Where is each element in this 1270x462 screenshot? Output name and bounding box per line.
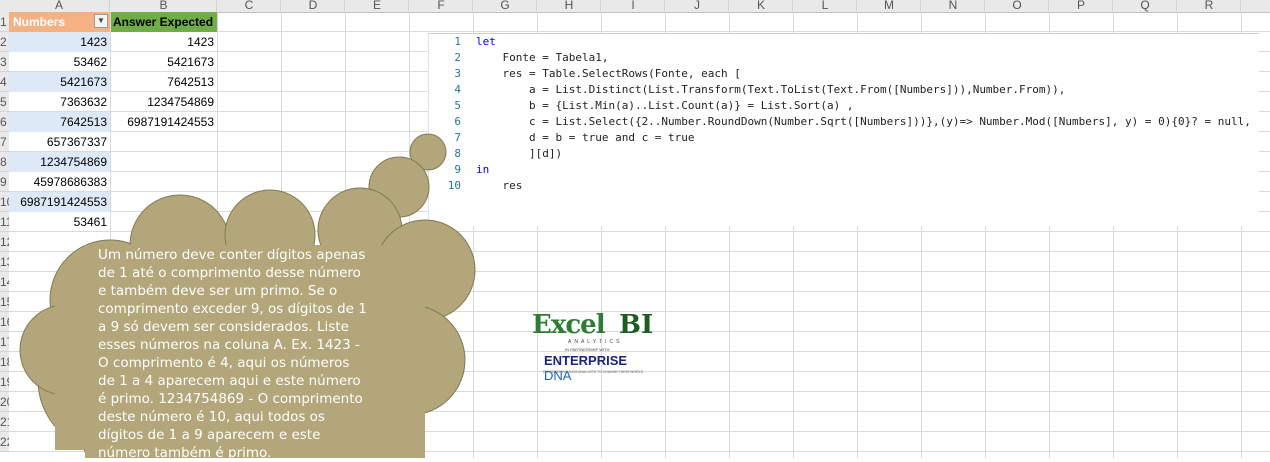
cell-a10[interactable]: 6987191424553 <box>9 192 110 212</box>
code-line: 4 a = List.Distinct(List.Transform(Text.… <box>429 82 1259 98</box>
cell-b6[interactable]: 6987191424553 <box>111 112 217 132</box>
logo-tagline: EMPOWERING DATA ANALYSTS TO CHANGE THEIR… <box>543 370 644 374</box>
row-header-9[interactable]: 9 <box>0 172 9 192</box>
column-header-p[interactable]: P <box>1050 0 1113 12</box>
column-header-a[interactable]: A <box>9 0 110 12</box>
column-header-c[interactable]: C <box>218 0 281 12</box>
row-header-14[interactable]: 14 <box>0 272 9 292</box>
code-text: c = List.Select({2..Number.RoundDown(Num… <box>476 115 1251 128</box>
filter-dropdown-icon[interactable]: ▼ <box>94 14 108 28</box>
code-line: 8 ][d]) <box>429 146 1259 162</box>
code-line: 3 res = Table.SelectRows(Fonte, each [ <box>429 66 1259 82</box>
code-line: 9 in <box>429 162 1259 178</box>
cell-a7[interactable]: 657367337 <box>9 132 110 152</box>
cell-a5[interactable]: 7363632 <box>9 92 110 112</box>
line-number: 7 <box>454 131 461 144</box>
line-number: 4 <box>454 83 461 96</box>
row-header-22[interactable]: 22 <box>0 432 9 452</box>
code-line: 5 b = {List.Min(a)..List.Count(a)} = Lis… <box>429 98 1259 114</box>
line-number: 2 <box>454 51 461 64</box>
logo-enterprise-text: ENTERPRISE DNA <box>544 353 655 383</box>
row-header-17[interactable]: 17 <box>0 332 9 352</box>
row-header-7[interactable]: 7 <box>0 132 9 152</box>
column-header-o[interactable]: O <box>986 0 1049 12</box>
cell-b3[interactable]: 5421673 <box>111 52 217 72</box>
cell-a2[interactable]: 1423 <box>9 32 110 52</box>
code-text: let <box>476 35 496 48</box>
code-text: in <box>476 163 490 176</box>
row-header-18[interactable]: 18 <box>0 352 9 372</box>
code-line: 2 Fonte = Tabela1, <box>429 50 1259 66</box>
logo-enterprise-word: ENTERPRISE <box>544 353 628 368</box>
code-text: b = {List.Min(a)..List.Count(a)} = List.… <box>476 99 854 112</box>
grid-hline <box>9 231 1270 232</box>
column-header-m[interactable]: M <box>858 0 921 12</box>
row-header-2[interactable]: 2 <box>0 32 9 52</box>
row-header-6[interactable]: 6 <box>0 112 9 132</box>
column-header-r[interactable]: R <box>1178 0 1241 12</box>
column-header-n[interactable]: N <box>922 0 985 12</box>
code-line: 1 let <box>429 34 1259 50</box>
row-header-11[interactable]: 11 <box>0 212 9 232</box>
line-number: 8 <box>454 147 461 160</box>
column-header-i[interactable]: I <box>602 0 665 12</box>
line-number: 10 <box>447 179 461 192</box>
column-header-f[interactable]: F <box>410 0 473 12</box>
row-header-20[interactable]: 20 <box>0 392 9 412</box>
code-text: res <box>476 179 523 192</box>
logo-partnership-text: IN PARTNERSHIP WITH <box>565 347 610 352</box>
code-line: 7 d = b = true and c = true <box>429 130 1259 146</box>
line-number: 1 <box>454 35 461 48</box>
column-header-h[interactable]: H <box>538 0 601 12</box>
row-header-15[interactable]: 15 <box>0 292 9 312</box>
excelbi-logo: Excel BI ANALYTICS IN PARTNERSHIP WITH E… <box>530 310 655 383</box>
code-text: a = List.Distinct(List.Transform(Text.To… <box>476 83 1066 96</box>
column-header-q[interactable]: Q <box>1114 0 1177 12</box>
cell-a8[interactable]: 1234754869 <box>9 152 110 172</box>
cell-a3[interactable]: 53462 <box>9 52 110 72</box>
line-number: 5 <box>454 99 461 112</box>
code-line: 10 res <box>429 178 1259 194</box>
column-header-g[interactable]: G <box>474 0 537 12</box>
cell-b1-header[interactable]: Answer Expected <box>111 12 217 32</box>
cell-b5[interactable]: 1234754869 <box>111 92 217 112</box>
code-text: res = Table.SelectRows(Fonte, each [ <box>476 67 741 80</box>
cell-b2[interactable]: 1423 <box>111 32 217 52</box>
code-text: Fonte = Tabela1, <box>476 51 609 64</box>
column-header-d[interactable]: D <box>282 0 345 12</box>
row-header-16[interactable]: 16 <box>0 312 9 332</box>
row-header-19[interactable]: 19 <box>0 372 9 392</box>
cell-b4[interactable]: 7642513 <box>111 72 217 92</box>
code-editor[interactable]: 1 let 2 Fonte = Tabela1, 3 res = Table.Sele… <box>428 33 1259 226</box>
row-header-3[interactable]: 3 <box>0 52 9 72</box>
logo-excel-text: Excel <box>532 310 606 340</box>
code-line: 6 c = List.Select({2..Number.RoundDown(N… <box>429 114 1259 130</box>
column-header-b[interactable]: B <box>111 0 217 12</box>
row-header-1[interactable]: 1 <box>0 12 9 32</box>
column-header-l[interactable]: L <box>794 0 857 12</box>
line-number: 3 <box>454 67 461 80</box>
row-header-10[interactable]: 10 <box>0 192 9 212</box>
column-header-j[interactable]: J <box>666 0 729 12</box>
line-number: 6 <box>454 115 461 128</box>
cell-a11[interactable]: 53461 <box>9 212 110 232</box>
row-header-8[interactable]: 8 <box>0 152 9 172</box>
column-header-e[interactable]: E <box>346 0 409 12</box>
row-header-4[interactable]: 4 <box>0 72 9 92</box>
logo-bi-text: BI <box>619 310 654 340</box>
cell-a6[interactable]: 7642513 <box>9 112 110 132</box>
line-number: 9 <box>454 163 461 176</box>
logo-analytics-text: ANALYTICS <box>568 339 623 345</box>
note-text: Um número deve conter dígitos apenas de … <box>98 247 367 461</box>
row-header-12[interactable]: 12 <box>0 232 9 252</box>
code-text: ][d]) <box>476 147 563 160</box>
cell-a9[interactable]: 45978686383 <box>9 172 110 192</box>
row-header-21[interactable]: 21 <box>0 412 9 432</box>
code-text: d = b = true and c = true <box>476 131 695 144</box>
row-header-5[interactable]: 5 <box>0 92 9 112</box>
cell-a4[interactable]: 5421673 <box>9 72 110 92</box>
column-header-k[interactable]: K <box>730 0 793 12</box>
row-header-13[interactable]: 13 <box>0 252 9 272</box>
